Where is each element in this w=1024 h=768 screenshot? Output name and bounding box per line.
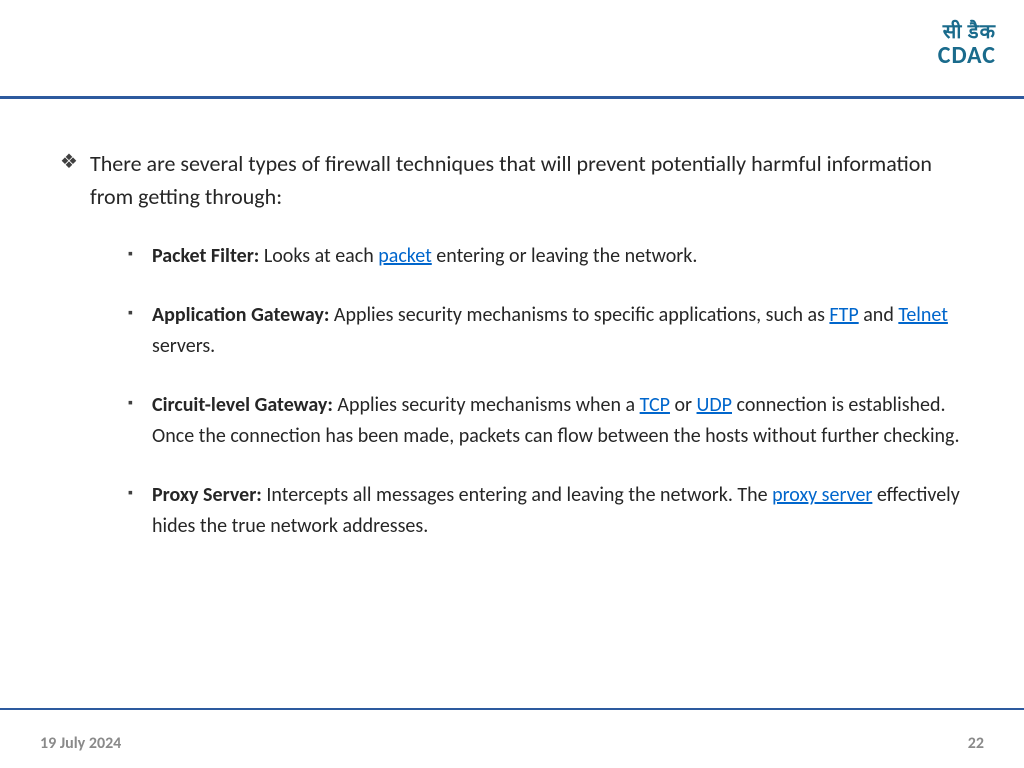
firewall-types-list: Packet Filter: Looks at each packet ente… — [60, 241, 974, 542]
item-text: Intercepts all messages entering and lea… — [262, 483, 772, 507]
footer-divider — [0, 708, 1024, 710]
slide-content: There are several types of firewall tech… — [0, 99, 1024, 542]
item-text: or — [670, 393, 697, 417]
item-label: Proxy Server: — [152, 483, 262, 507]
item-text: Looks at each — [259, 244, 378, 268]
slide-footer: 19 July 2024 22 — [0, 718, 1024, 768]
item-text: Applies security mechanisms when a — [333, 393, 640, 417]
link-ftp[interactable]: FTP — [829, 303, 858, 327]
footer-page-number: 22 — [968, 734, 984, 753]
intro-bullet: There are several types of firewall tech… — [60, 147, 974, 213]
item-label: Circuit-level Gateway: — [152, 393, 333, 417]
link-udp[interactable]: UDP — [697, 393, 732, 417]
footer-date: 19 July 2024 — [40, 734, 121, 753]
intro-text: There are several types of firewall tech… — [90, 150, 932, 210]
logo-english: CDAC — [938, 44, 996, 68]
cdac-logo: सी डैक CDAC — [938, 22, 996, 68]
item-text: servers. — [152, 334, 215, 358]
slide-header: सी डैक CDAC — [0, 0, 1024, 99]
list-item: Packet Filter: Looks at each packet ente… — [128, 241, 974, 272]
link-tcp[interactable]: TCP — [640, 393, 670, 417]
link-packet[interactable]: packet — [378, 244, 432, 268]
item-text: Applies security mechanisms to specific … — [329, 303, 829, 327]
item-text: entering or leaving the network. — [432, 244, 698, 268]
list-item: Proxy Server: Intercepts all messages en… — [128, 480, 974, 542]
item-label: Application Gateway: — [152, 303, 329, 327]
link-proxy-server[interactable]: proxy server — [772, 483, 872, 507]
link-telnet[interactable]: Telnet — [898, 303, 948, 327]
item-text: and — [859, 303, 899, 327]
logo-hindi: सी डैक — [938, 22, 996, 42]
list-item: Application Gateway: Applies security me… — [128, 300, 974, 362]
item-label: Packet Filter: — [152, 244, 259, 268]
list-item: Circuit-level Gateway: Applies security … — [128, 390, 974, 452]
